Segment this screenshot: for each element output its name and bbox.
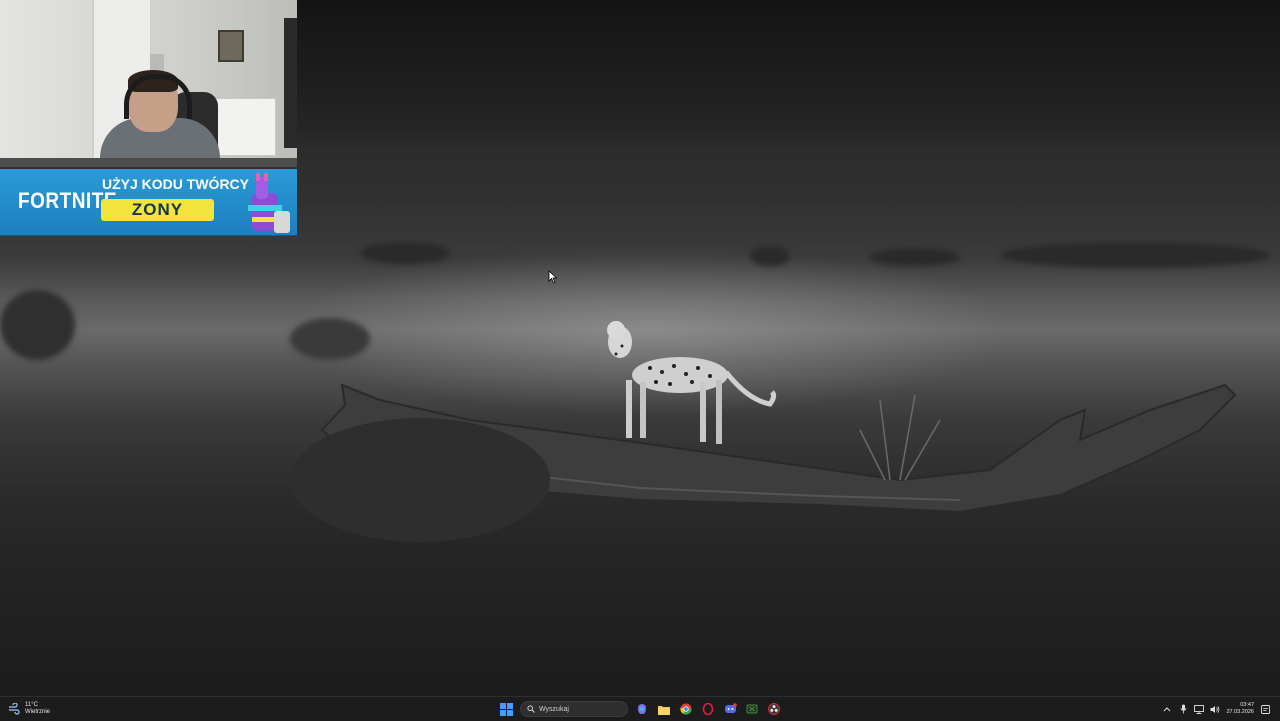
weather-widget[interactable]: 11°C Wietrznie [8,700,50,718]
copilot-button[interactable] [634,701,650,717]
taskbar-search-box[interactable]: Wyszukaj [520,701,628,717]
webcam-dresser [212,98,276,156]
start-button[interactable] [498,701,514,717]
file-explorer-icon [658,705,670,715]
file-explorer-button[interactable] [656,701,672,717]
microphone-icon [1180,704,1187,714]
mouse-cursor-icon [548,270,558,284]
network-icon [1194,704,1205,714]
xbox-button[interactable] [744,701,760,717]
chevron-up-icon [1164,707,1171,712]
taskbar: 11°C Wietrznie Wyszukaj 03:47 27.03.2026 [0,696,1280,721]
taskbar-center: Wyszukaj [498,700,782,718]
search-placeholder: Wyszukaj [539,705,569,713]
network-button[interactable] [1194,704,1205,714]
banner-headline: UŻYJ KODU TWÓRCY [102,176,249,192]
webcam-picture-frame [218,30,244,62]
obs-button[interactable] [766,701,782,717]
clock-time: 03:47 [1240,702,1254,708]
cheetah-figure [607,321,777,444]
llama-icon [248,173,290,233]
notification-icon [1260,704,1270,714]
webcam-monitor [284,18,297,148]
chrome-button[interactable] [678,701,694,717]
xbox-icon [746,704,758,714]
opera-gx-icon [702,703,714,715]
clock-date: 27.03.2026 [1226,709,1254,715]
discord-button[interactable] [722,701,738,717]
creator-code-banner: FORTNITE UŻYJ KODU TWÓRCY ZONY [0,169,297,236]
webcam-headset [124,74,192,119]
volume-button[interactable] [1210,704,1220,714]
microphone-button[interactable] [1178,704,1188,714]
notifications-button[interactable] [1260,704,1270,714]
webcam-overlay [0,0,297,167]
webcam-floor [0,158,297,167]
discord-icon [724,703,737,713]
banner-creator-code: ZONY [101,199,214,221]
weather-temperature: 11°C [25,702,38,708]
windy-icon [9,703,20,715]
taskbar-clock[interactable]: 03:47 27.03.2026 [1226,702,1254,716]
show-hidden-icons-button[interactable] [1162,704,1172,714]
speaker-icon [1210,705,1220,713]
obs-icon [768,703,780,715]
copilot-icon [638,704,646,714]
weather-condition: Wietrznie [25,709,51,715]
search-icon [527,705,535,713]
start-icon [499,702,513,716]
system-tray: 03:47 27.03.2026 [1162,700,1270,718]
opera-gx-button[interactable] [700,701,716,717]
chrome-icon [680,703,692,715]
